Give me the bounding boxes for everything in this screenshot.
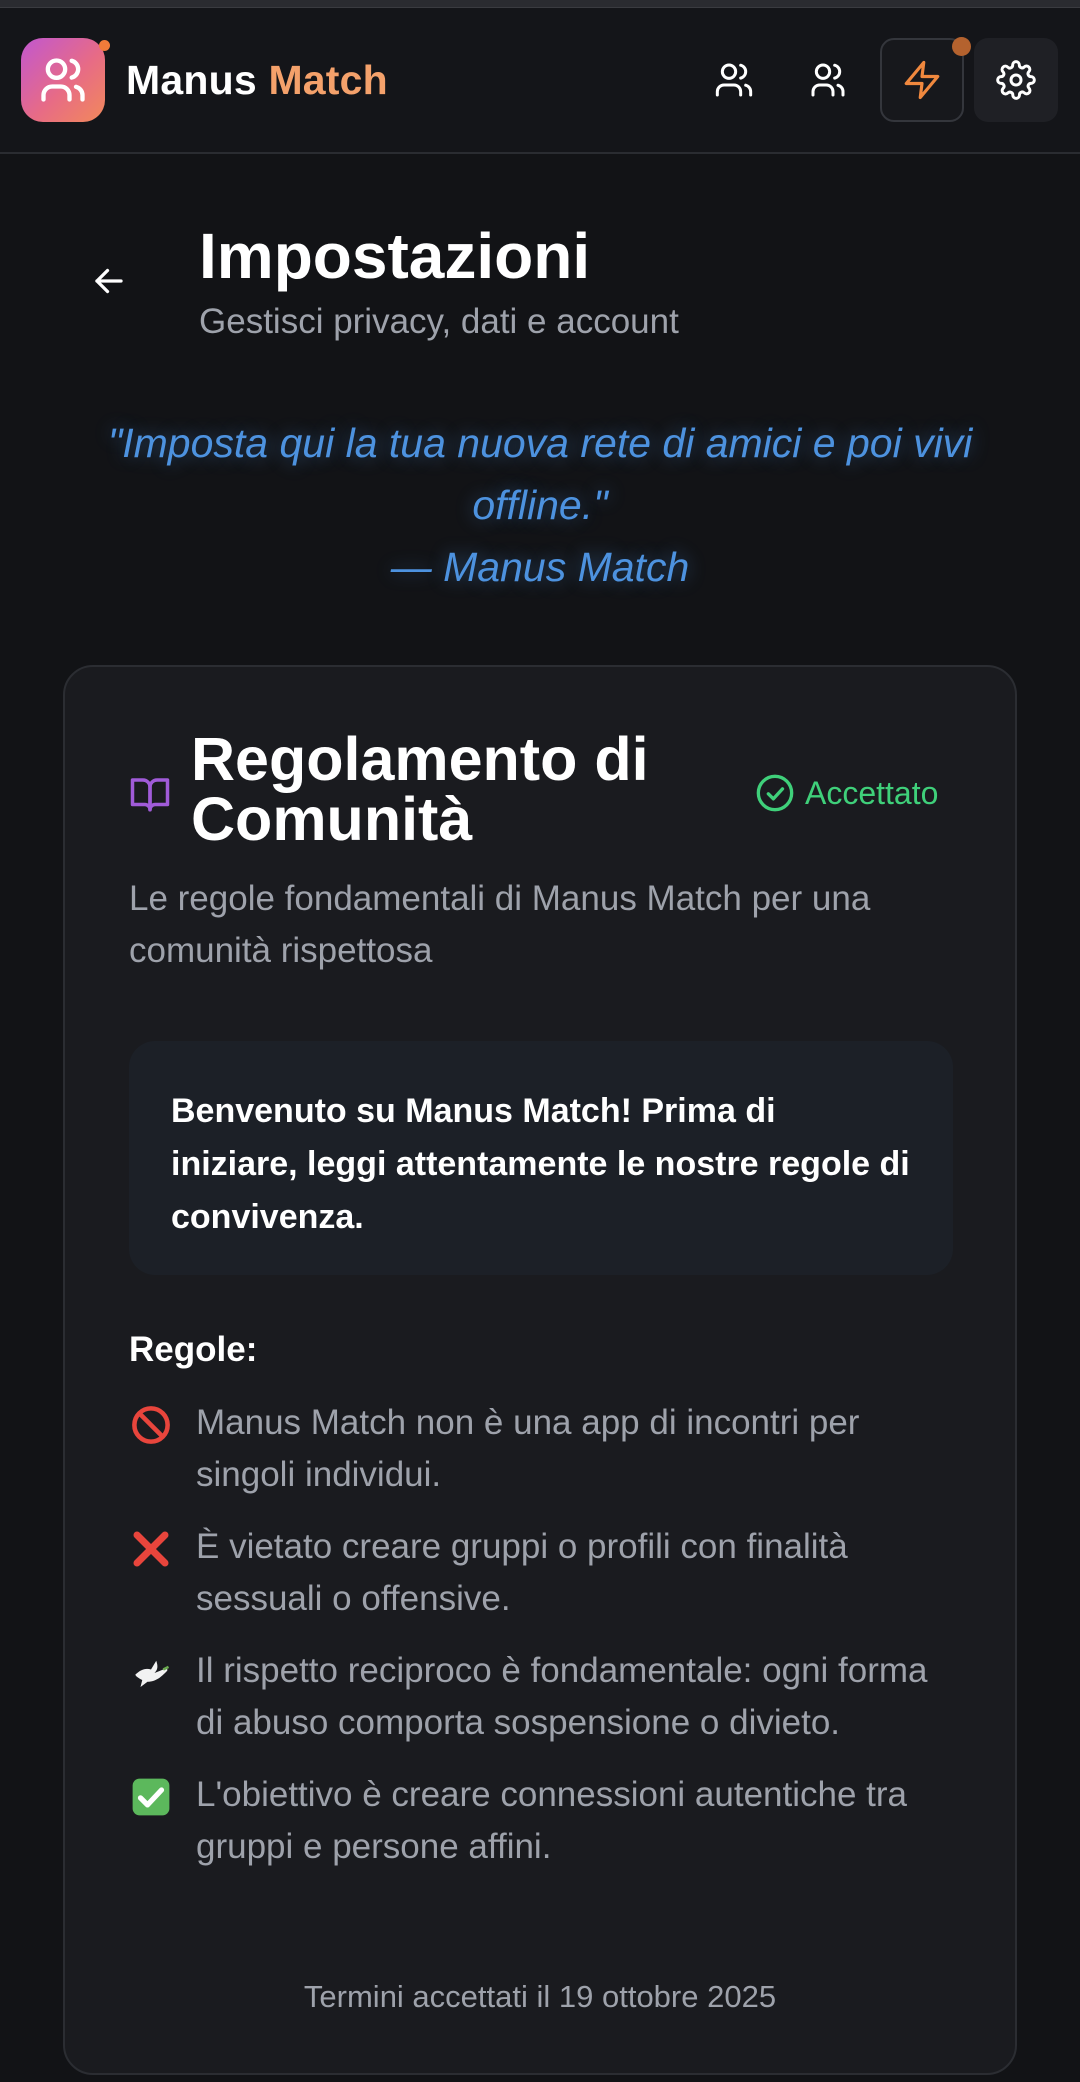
- user-group-icon: [811, 63, 845, 97]
- page-title: Impostazioni: [199, 220, 591, 292]
- rule-text: Manus Match non è una app di incontri pe…: [196, 1403, 860, 1494]
- quote-text: "Imposta qui la tua nuova rete di amici …: [107, 420, 973, 528]
- rule-item: Manus Match non è una app di incontri pe…: [129, 1397, 959, 1501]
- top-edge: [0, 0, 1080, 8]
- app-logo[interactable]: [21, 38, 105, 122]
- card-description: Le regole fondamentali di Manus Match pe…: [129, 879, 871, 970]
- rules-list: Manus Match non è una app di incontri pe…: [129, 1397, 959, 1893]
- quote-author: — Manus Match: [390, 544, 690, 590]
- cross-mark-icon-shape: [133, 1531, 169, 1567]
- dove-icon: [129, 1651, 173, 1695]
- prohibited-icon: [129, 1403, 173, 1447]
- notification-dot: [952, 37, 971, 56]
- page-subtitle: Gestisci privacy, dati e account: [199, 302, 679, 341]
- accepted-status-badge: Accettato: [755, 773, 938, 813]
- book-open-icon: [130, 778, 170, 812]
- motto-quote: "Imposta qui la tua nuova rete di amici …: [40, 412, 1040, 598]
- brand-name: Manus Match: [126, 56, 388, 104]
- terms-accepted-date: Termini accettati il 19 ottobre 2025: [303, 1979, 777, 2014]
- rule-item: Il rispetto reciproco è fondamentale: og…: [129, 1645, 959, 1749]
- prohibited-icon-shape: [132, 1406, 170, 1444]
- users-icon: [715, 63, 753, 97]
- rules-heading: Regole:: [129, 1330, 258, 1369]
- brand-name-part2: Match: [268, 57, 388, 103]
- check-box-icon: [129, 1775, 173, 1819]
- back-button[interactable]: [84, 256, 134, 306]
- activity-button[interactable]: [880, 38, 964, 122]
- dove-icon-shape: [135, 1660, 170, 1687]
- check-circle-icon: [756, 774, 794, 812]
- friends-button[interactable]: [786, 38, 870, 122]
- rule-text: Il rispetto reciproco è fondamentale: og…: [196, 1651, 928, 1742]
- logo-status-dot: [99, 40, 110, 51]
- welcome-box: Benvenuto su Manus Match! Prima di inizi…: [129, 1041, 953, 1275]
- welcome-text: Benvenuto su Manus Match! Prima di inizi…: [171, 1092, 910, 1236]
- logo-users-icon: [41, 58, 85, 102]
- arrow-left-icon: [95, 268, 123, 294]
- cross-mark-icon: [129, 1527, 173, 1571]
- settings-button[interactable]: [974, 38, 1058, 122]
- groups-button[interactable]: [692, 38, 776, 122]
- rule-text: È vietato creare gruppi o profili con fi…: [196, 1527, 848, 1618]
- accepted-status-label: Accettato: [805, 775, 939, 811]
- app-header: Manus Match: [0, 8, 1080, 154]
- check-box-icon-shape: [132, 1778, 170, 1816]
- rule-item: È vietato creare gruppi o profili con fi…: [129, 1521, 959, 1625]
- community-rules-card: Regolamento di Comunità Accettato Le reg…: [63, 665, 1017, 2075]
- settings-page: Manus Match Impostazioni Gestisci privac…: [0, 0, 1080, 2082]
- brand-name-part1: Manus: [126, 57, 257, 103]
- gear-icon: [996, 60, 1036, 100]
- card-title: Regolamento di Comunità: [191, 725, 649, 853]
- bolt-icon: [904, 60, 940, 100]
- rule-item: L'obiettivo è creare connessioni autenti…: [129, 1769, 959, 1873]
- rule-text: L'obiettivo è creare connessioni autenti…: [196, 1775, 908, 1866]
